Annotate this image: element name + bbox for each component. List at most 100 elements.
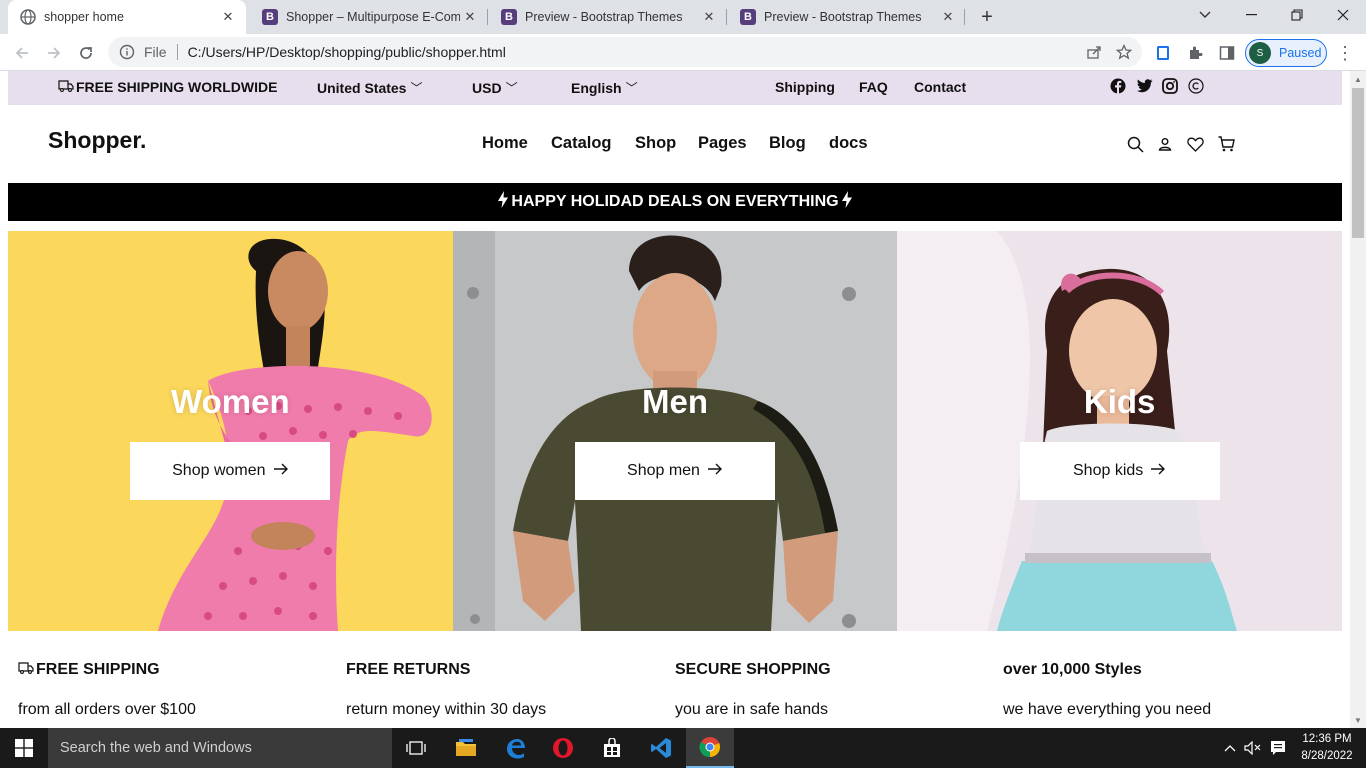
new-tab-button[interactable]: + [976, 6, 998, 28]
windows-taskbar: Search the web and Windows 12:36 PM 8/28… [0, 728, 1366, 768]
tab-preview-bootstrap-2[interactable]: B Preview - Bootstrap Themes ✕ [728, 0, 966, 34]
search-icon[interactable] [1125, 134, 1145, 154]
bolt-icon [841, 191, 852, 213]
bootstrap-icon: B [740, 9, 756, 25]
nav-docs[interactable]: docs [829, 134, 868, 153]
category-title-women: Women [171, 383, 290, 420]
shop-kids-button[interactable]: Shop kids [1019, 442, 1220, 500]
link-faq[interactable]: FAQ [859, 79, 888, 95]
user-icon[interactable] [1155, 134, 1175, 154]
notifications-icon[interactable] [1266, 728, 1290, 768]
forward-button[interactable] [40, 39, 68, 67]
show-hidden-icons-chevron-icon[interactable] [1220, 728, 1240, 768]
info-icon[interactable] [118, 43, 136, 61]
close-tab-icon[interactable]: ✕ [699, 7, 719, 27]
tab-shopper-home[interactable]: shopper home ✕ [8, 0, 246, 34]
nav-shop[interactable]: Shop [635, 134, 676, 153]
system-clock[interactable]: 12:36 PM 8/28/2022 [1296, 731, 1358, 765]
cart-icon[interactable] [1216, 134, 1236, 154]
feature-free-shipping: FREE SHIPPING from all orders over $100 [18, 661, 338, 719]
chrome-taskbar-icon[interactable] [686, 728, 734, 768]
vscode-icon[interactable] [637, 728, 685, 768]
restore-button[interactable] [1274, 0, 1320, 30]
extension-document-icon[interactable] [1152, 42, 1174, 64]
language-dropdown[interactable]: English ﹀ [571, 79, 638, 96]
copyright-icon[interactable] [1187, 77, 1205, 95]
currency-label: USD [472, 79, 502, 96]
category-card-women[interactable]: Women Shop women [8, 231, 453, 631]
close-tab-icon[interactable]: ✕ [938, 7, 958, 27]
facebook-icon[interactable] [1109, 77, 1127, 95]
nav-blog[interactable]: Blog [769, 134, 806, 153]
opera-icon[interactable] [539, 728, 587, 768]
tab-preview-bootstrap-1[interactable]: B Preview - Bootstrap Themes ✕ [489, 0, 727, 34]
profile-button[interactable]: S Paused [1245, 39, 1327, 67]
edge-browser-icon[interactable] [491, 728, 539, 768]
heart-icon[interactable] [1185, 134, 1205, 154]
close-tab-icon[interactable]: ✕ [460, 7, 480, 27]
link-contact[interactable]: Contact [914, 79, 966, 95]
tab-shopper-multipurpose[interactable]: B Shopper – Multipurpose E-Comm ✕ [250, 0, 488, 34]
shipping-notice: FREE SHIPPING WORLDWIDE [58, 79, 277, 95]
taskbar-search-box[interactable]: Search the web and Windows [48, 728, 392, 768]
nav-catalog[interactable]: Catalog [551, 134, 612, 153]
category-card-men[interactable]: Men Shop men [452, 231, 898, 631]
address-bar[interactable]: File C:/Users/HP/Desktop/shopping/public… [108, 37, 1142, 67]
country-dropdown[interactable]: United States ﹀ [317, 79, 422, 96]
nav-home[interactable]: Home [482, 134, 528, 153]
nav-pages[interactable]: Pages [698, 134, 747, 153]
browser-menu-icon[interactable]: ⋮ [1336, 44, 1354, 62]
minimize-button[interactable] [1228, 0, 1274, 30]
category-title-men: Men [641, 383, 708, 420]
shop-men-label: Shop men [627, 462, 700, 479]
twitter-icon[interactable] [1135, 77, 1153, 95]
currency-dropdown[interactable]: USD ﹀ [472, 79, 518, 96]
top-announcement-bar: FREE SHIPPING WORLDWIDE United States ﹀ … [8, 71, 1342, 105]
extensions-puzzle-icon[interactable] [1184, 42, 1206, 64]
tab-divider [726, 9, 727, 25]
scroll-up-arrow-icon[interactable]: ▲ [1350, 71, 1366, 87]
shop-women-button[interactable]: Shop women [130, 442, 331, 500]
url-text[interactable]: C:/Users/HP/Desktop/shopping/public/shop… [188, 44, 506, 60]
chevron-down-icon: ﹀ [505, 81, 518, 95]
task-view-icon[interactable] [392, 728, 440, 768]
back-button[interactable] [8, 39, 36, 67]
link-shipping[interactable]: Shipping [775, 79, 835, 95]
feature-free-returns: FREE RETURNS return money within 30 days [346, 661, 666, 719]
tab-divider [964, 9, 965, 25]
page-scrollbar[interactable]: ▲ ▼ [1350, 71, 1366, 728]
side-panel-icon[interactable] [1216, 42, 1238, 64]
category-card-kids[interactable]: Kids Shop kids [897, 231, 1342, 631]
windows-start-icon[interactable] [0, 728, 48, 768]
men-model-photo [452, 231, 898, 631]
chevron-down-icon: ﹀ [410, 81, 423, 95]
promo-text: HAPPY HOLIDAD DEALS ON EVERYTHING [511, 193, 839, 210]
page-viewport: FREE SHIPPING WORLDWIDE United States ﹀ … [0, 71, 1350, 728]
women-model-photo [8, 231, 453, 631]
instagram-icon[interactable] [1161, 77, 1179, 95]
tab-title: Shopper – Multipurpose E-Comm [286, 10, 460, 24]
browser-tab-bar: shopper home ✕ B Shopper – Multipurpose … [0, 0, 1366, 34]
volume-muted-icon[interactable] [1242, 728, 1264, 768]
file-explorer-icon[interactable] [442, 728, 490, 768]
feature-title: FREE RETURNS [346, 661, 471, 678]
truck-icon [18, 661, 34, 679]
microsoft-store-icon[interactable] [588, 728, 636, 768]
shop-kids-label: Shop kids [1073, 462, 1144, 479]
close-tab-icon[interactable]: ✕ [218, 7, 238, 27]
feature-title: FREE SHIPPING [36, 661, 160, 678]
scroll-thumb[interactable] [1352, 88, 1364, 238]
tab-search-chevron-icon[interactable] [1182, 0, 1228, 30]
scroll-down-arrow-icon[interactable]: ▼ [1350, 712, 1366, 728]
bootstrap-icon: B [262, 9, 278, 25]
share-icon[interactable] [1084, 42, 1104, 62]
promo-banner: HAPPY HOLIDAD DEALS ON EVERYTHING [8, 183, 1342, 221]
reload-button[interactable] [72, 39, 100, 67]
shop-women-label: Shop women [172, 462, 266, 479]
close-window-button[interactable] [1320, 0, 1366, 30]
bookmark-star-icon[interactable] [1114, 42, 1134, 62]
feature-title: over 10,000 Styles [1003, 661, 1142, 678]
profile-status: Paused [1279, 46, 1322, 60]
shop-men-button[interactable]: Shop men [574, 442, 775, 500]
site-logo[interactable]: Shopper. [48, 127, 146, 154]
